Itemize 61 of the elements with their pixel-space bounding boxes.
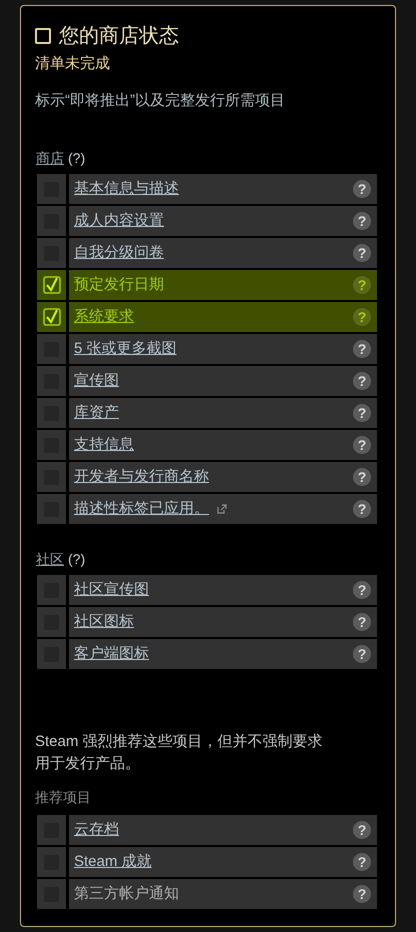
checkbox-cell[interactable] [37, 607, 66, 637]
checklist-link[interactable]: 客户端图标 [74, 642, 149, 666]
checkbox-cell[interactable] [37, 270, 66, 300]
help-badge[interactable]: ? [353, 885, 371, 903]
help-badge[interactable]: ? [353, 581, 371, 599]
section-link[interactable]: 社区 [36, 549, 64, 570]
help-link[interactable]: (?) [68, 549, 86, 570]
checklist-link[interactable]: 5 张或更多截图 [74, 338, 177, 360]
checkbox-checked-icon [42, 276, 60, 294]
help-badge[interactable]: ? [353, 372, 371, 390]
checkbox-cell[interactable] [37, 639, 66, 669]
checklist-link[interactable]: 支持信息 [74, 434, 134, 456]
description-text: 标示“即将推出”以及完整发行所需项目 [35, 90, 286, 110]
help-badge[interactable]: ? [353, 404, 371, 422]
checkbox-cell[interactable] [37, 334, 66, 364]
checklist-link[interactable]: 成人内容设置 [74, 210, 164, 232]
help-badge[interactable]: ? [353, 212, 371, 230]
help-badge[interactable]: ? [353, 468, 371, 486]
checkbox-cell[interactable] [37, 302, 66, 332]
help-badge[interactable]: ? [353, 645, 371, 663]
checkbox-cell[interactable] [37, 575, 66, 605]
help-badge[interactable]: ? [353, 340, 371, 358]
external-link-icon [217, 504, 227, 514]
checkbox-cell[interactable] [37, 398, 66, 428]
status-text: 清单未完成 [35, 54, 111, 74]
checklist-link[interactable]: 宣传图 [74, 370, 119, 392]
help-badge[interactable]: ? [353, 853, 371, 871]
checkbox-cell[interactable] [37, 462, 66, 492]
checklist-link[interactable]: 开发者与发行商名称 [74, 466, 209, 488]
checkbox-cell[interactable] [37, 238, 66, 268]
checkbox-checked-icon [42, 308, 60, 326]
panel-title: 您的商店状态 [59, 24, 179, 49]
help-badge[interactable]: ? [353, 180, 371, 198]
help-badge[interactable]: ? [353, 821, 371, 839]
checklist-label: 第三方帐户通知 [74, 884, 179, 904]
help-badge[interactable]: ? [353, 613, 371, 631]
checklist-link[interactable]: Steam 成就 [74, 850, 152, 874]
checkbox-cell[interactable] [37, 430, 66, 460]
checklist-link[interactable]: 社区宣传图 [74, 578, 149, 602]
checklist-link[interactable]: 基本信息与描述 [74, 178, 179, 200]
help-badge[interactable]: ? [353, 500, 371, 518]
checkbox-cell[interactable] [37, 366, 66, 396]
checklist-link[interactable]: 库资产 [74, 402, 119, 424]
section-link[interactable]: 商店 [36, 148, 64, 169]
checkbox-cell[interactable] [37, 206, 66, 236]
checkbox-cell[interactable] [37, 879, 66, 909]
checklist-label: 预定发行日期 [74, 274, 164, 295]
checklist-link[interactable]: 社区图标 [74, 610, 134, 634]
checkbox-cell[interactable] [37, 174, 66, 204]
checklist-link[interactable]: 云存档 [74, 818, 119, 842]
checkbox-cell[interactable] [37, 815, 66, 845]
help-badge[interactable]: ? [353, 244, 371, 262]
checkbox-cell[interactable] [37, 494, 66, 524]
help-link[interactable]: (?) [68, 148, 86, 169]
section-title: 推荐项目 [35, 788, 92, 807]
recommend-text: Steam 强烈推荐这些项目，但并不强制要求用于发行产品。 [35, 732, 324, 774]
checkbox-cell[interactable] [37, 847, 66, 877]
help-badge[interactable]: ? [353, 436, 371, 454]
checklist-link[interactable]: 系统要求 [74, 306, 134, 328]
checklist-link[interactable]: 描述性标签已应用。 [74, 498, 209, 520]
checklist-link[interactable]: 自我分级问卷 [74, 242, 164, 264]
